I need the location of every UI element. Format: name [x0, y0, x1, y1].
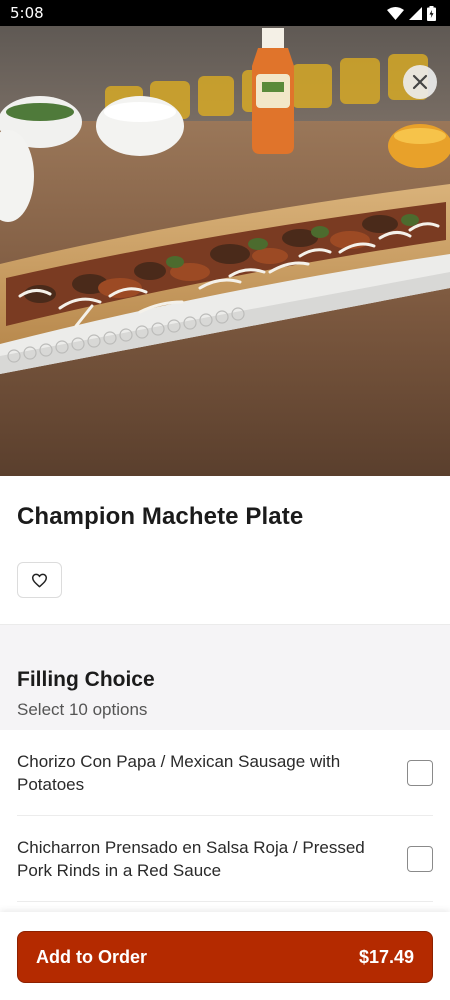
- close-icon: [412, 74, 428, 90]
- item-photo-illustration: [0, 26, 450, 476]
- option-label: Chorizo Con Papa / Mexican Sausage with …: [17, 752, 341, 794]
- favorite-button[interactable]: [17, 562, 62, 598]
- item-photo: [0, 26, 450, 476]
- section-subtitle: Select 10 options: [17, 700, 148, 719]
- signal-icon: [409, 6, 422, 20]
- option-label: Chicharron Prensado en Salsa Roja / Pres…: [17, 837, 365, 880]
- option-row[interactable]: Chicharron Prensado en Salsa Roja / Pres…: [17, 816, 433, 902]
- add-to-order-button[interactable]: Add to Order $17.49: [17, 931, 433, 983]
- battery-icon: [427, 5, 436, 21]
- option-checkbox[interactable]: [407, 845, 433, 872]
- status-bar: 5:08: [0, 0, 450, 26]
- heart-icon: [31, 573, 48, 587]
- status-icons: [387, 5, 436, 21]
- add-to-order-label: Add to Order: [36, 946, 147, 967]
- option-checkbox[interactable]: [407, 760, 433, 786]
- status-time: 5:08: [10, 4, 44, 22]
- option-row[interactable]: Chorizo Con Papa / Mexican Sausage with …: [17, 731, 433, 816]
- section-title: Filling Choice: [17, 668, 155, 691]
- order-price: $17.49: [358, 946, 414, 967]
- item-title: Champion Machete Plate: [17, 503, 304, 530]
- wifi-icon: [387, 6, 404, 20]
- close-button[interactable]: [403, 65, 437, 99]
